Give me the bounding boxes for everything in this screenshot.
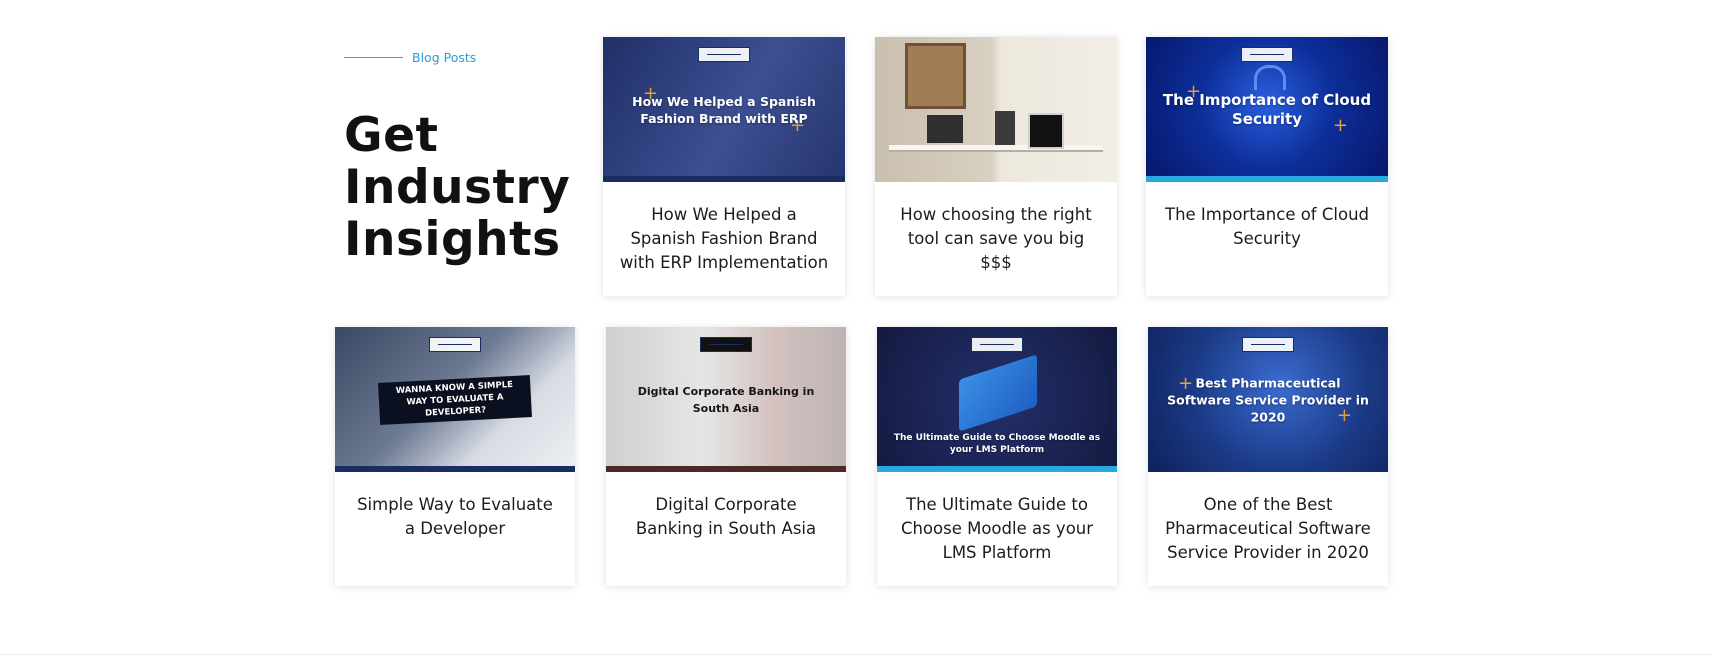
blog-card-thumbnail[interactable]: + + Best Pharmaceutical Software Service… [1148,327,1388,472]
thumbnail-caption: Digital Corporate Banking in South Asia [637,384,815,415]
brand-badge-icon [700,337,752,352]
thumbnail-footer-bar [606,466,846,472]
section-eyebrow-label: Blog Posts [412,49,477,65]
platform-illustration-icon [959,354,1037,432]
blog-card-thumbnail[interactable]: + + The Importance of Cloud Security [1146,37,1388,182]
blog-card-right-tool[interactable]: How choosing the right tool can save you… [875,37,1117,296]
section-divider [0,654,1712,655]
blog-card-cloud-security[interactable]: + + The Importance of Cloud Security The… [1146,37,1388,296]
blog-card-title[interactable]: The Ultimate Guide to Choose Moodle as y… [877,472,1117,565]
thumbnail-caption: How We Helped a Spanish Fashion Brand wi… [632,93,816,126]
lock-icon [1254,65,1286,90]
brand-badge-icon [1242,337,1294,352]
brand-badge-icon [429,337,481,352]
tablet-icon [1028,113,1064,149]
thumbnail-footer-bar [1146,176,1388,182]
blog-card-title[interactable]: How choosing the right tool can save you… [875,182,1117,275]
blog-card-title[interactable]: Simple Way to Evaluate a Developer [335,472,575,541]
section-title: Get Industry Insights [344,108,571,267]
eyebrow-line [344,56,403,58]
blog-card-thumbnail[interactable]: Digital Corporate Banking in South Asia [606,327,846,472]
brand-badge-icon [1241,47,1293,62]
thumbnail-caption: Best Pharmaceutical Software Service Pro… [1167,375,1369,424]
thumbnail-footer-bar [335,466,575,472]
blog-card-title[interactable]: One of the Best Pharmaceutical Software … [1148,472,1388,565]
corkboard-icon [905,43,966,109]
blog-card-thumbnail[interactable]: The Ultimate Guide to Choose Moodle as y… [877,327,1117,472]
brand-badge-icon [971,337,1023,352]
printer-icon [927,115,963,143]
brand-badge-icon [698,47,750,62]
thumbnail-caption: The Importance of Cloud Security [1162,90,1372,128]
blog-card-spanish-fashion-erp[interactable]: + + How We Helped a Spanish Fashion Bran… [603,37,845,296]
blog-card-thumbnail[interactable] [875,37,1117,182]
blog-card-title[interactable]: Digital Corporate Banking in South Asia [606,472,846,541]
blog-card-moodle-lms[interactable]: The Ultimate Guide to Choose Moodle as y… [877,327,1117,586]
blog-card-title[interactable]: The Importance of Cloud Security [1146,182,1388,251]
section-eyebrow: Blog Posts [344,46,574,68]
blog-card-corporate-banking[interactable]: Digital Corporate Banking in South Asia … [606,327,846,586]
blog-card-title[interactable]: How We Helped a Spanish Fashion Brand wi… [603,182,845,275]
blog-card-thumbnail[interactable]: + + How We Helped a Spanish Fashion Bran… [603,37,845,182]
device-icon [995,111,1015,145]
thumbnail-caption: WANNA KNOW A SIMPLE WAY TO EVALUATE A DE… [378,374,532,425]
blog-card-evaluate-developer[interactable]: WANNA KNOW A SIMPLE WAY TO EVALUATE A DE… [335,327,575,586]
blog-intro: Blog Posts Get Industry Insights [344,46,574,266]
thumbnail-footer-bar [877,466,1117,472]
blog-card-pharmaceutical-software[interactable]: + + Best Pharmaceutical Software Service… [1148,327,1388,586]
desk-icon [889,145,1103,152]
thumbnail-footer-bar [603,176,845,182]
thumbnail-caption: The Ultimate Guide to Choose Moodle as y… [893,433,1101,455]
blog-card-thumbnail[interactable]: WANNA KNOW A SIMPLE WAY TO EVALUATE A DE… [335,327,575,472]
